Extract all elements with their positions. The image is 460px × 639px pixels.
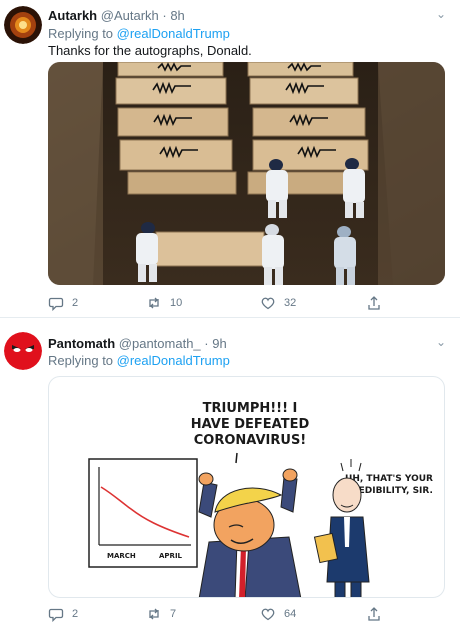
reply-icon [48, 608, 64, 622]
like-button[interactable]: 64 [260, 606, 296, 622]
speech-line-2: HAVE DEFEATED [191, 417, 310, 432]
retweet-count: 10 [170, 297, 183, 309]
autarkh-avatar-icon[interactable] [4, 6, 42, 44]
author-name[interactable]: Autarkh [48, 8, 97, 23]
tweet-time[interactable]: · 9h [204, 336, 226, 351]
tweet-header: Autarkh @Autarkh · 8h [48, 8, 185, 23]
share-icon [368, 296, 380, 310]
chart-label-april: APRIL [159, 552, 183, 560]
aide-line-1: UH, THAT'S YOUR [345, 474, 433, 484]
replying-to-prefix: Replying to [48, 26, 117, 41]
chevron-down-icon[interactable]: ⌄ [436, 7, 446, 21]
angry-face-avatar-icon[interactable] [4, 332, 42, 370]
reply-button[interactable]: 2 [48, 606, 78, 622]
author-handle[interactable]: @pantomath_ [119, 336, 201, 351]
author-handle[interactable]: @Autarkh [101, 8, 159, 23]
tweet-actions: 2 7 64 [48, 606, 448, 626]
tweet-pantomath[interactable]: Pantomath @pantomath_ · 9h ⌄ Replying to… [0, 320, 460, 639]
retweet-icon [149, 608, 159, 620]
tweet-actions: 2 10 32 [48, 295, 448, 315]
retweet-count: 7 [170, 608, 177, 620]
cartoon-image[interactable]: TRIUMPH!!! I HAVE DEFEATED CORONAVIRUS! … [48, 376, 445, 598]
reply-count: 2 [72, 297, 79, 309]
tweet-photo[interactable] [48, 62, 445, 285]
replying-to-line: Replying to @realDonaldTrump [48, 26, 230, 41]
tweet-header: Pantomath @pantomath_ · 9h [48, 336, 227, 351]
like-icon [261, 297, 275, 310]
share-icon [368, 607, 380, 621]
reply-icon [48, 297, 64, 311]
replying-to-link[interactable]: @realDonaldTrump [117, 353, 230, 368]
like-count: 64 [284, 608, 297, 620]
retweet-icon [149, 297, 159, 309]
retweet-button[interactable]: 10 [146, 295, 182, 311]
like-icon [261, 608, 275, 621]
tweet-time[interactable]: · 8h [162, 8, 184, 23]
replying-to-line: Replying to @realDonaldTrump [48, 353, 230, 368]
reply-count: 2 [72, 608, 79, 620]
replying-to-link[interactable]: @realDonaldTrump [117, 26, 230, 41]
chart-label-march: MARCH [107, 552, 136, 560]
tweet-text: Thanks for the autographs, Donald. [48, 43, 252, 58]
retweet-button[interactable]: 7 [146, 606, 176, 622]
replying-to-prefix: Replying to [48, 353, 117, 368]
speech-line-1: TRIUMPH!!! I [203, 401, 298, 416]
cheering-figure [198, 468, 302, 597]
speech-line-3: CORONAVIRUS! [194, 433, 306, 448]
author-name[interactable]: Pantomath [48, 336, 115, 351]
share-button[interactable] [366, 606, 382, 622]
like-count: 32 [284, 297, 297, 309]
tweet-autarkh[interactable]: Autarkh @Autarkh · 8h ⌄ Replying to @rea… [0, 0, 460, 318]
reply-button[interactable]: 2 [48, 295, 78, 311]
carried-coffin [155, 231, 265, 267]
chevron-down-icon[interactable]: ⌄ [436, 335, 446, 349]
coffin-stack-left [115, 62, 237, 195]
easel-chart: MARCH APRIL [88, 458, 198, 568]
like-button[interactable]: 32 [260, 295, 296, 311]
aide-figure: UH, THAT'S YOUR CREDIBILITY, SIR. [313, 459, 433, 597]
share-button[interactable] [366, 295, 382, 311]
